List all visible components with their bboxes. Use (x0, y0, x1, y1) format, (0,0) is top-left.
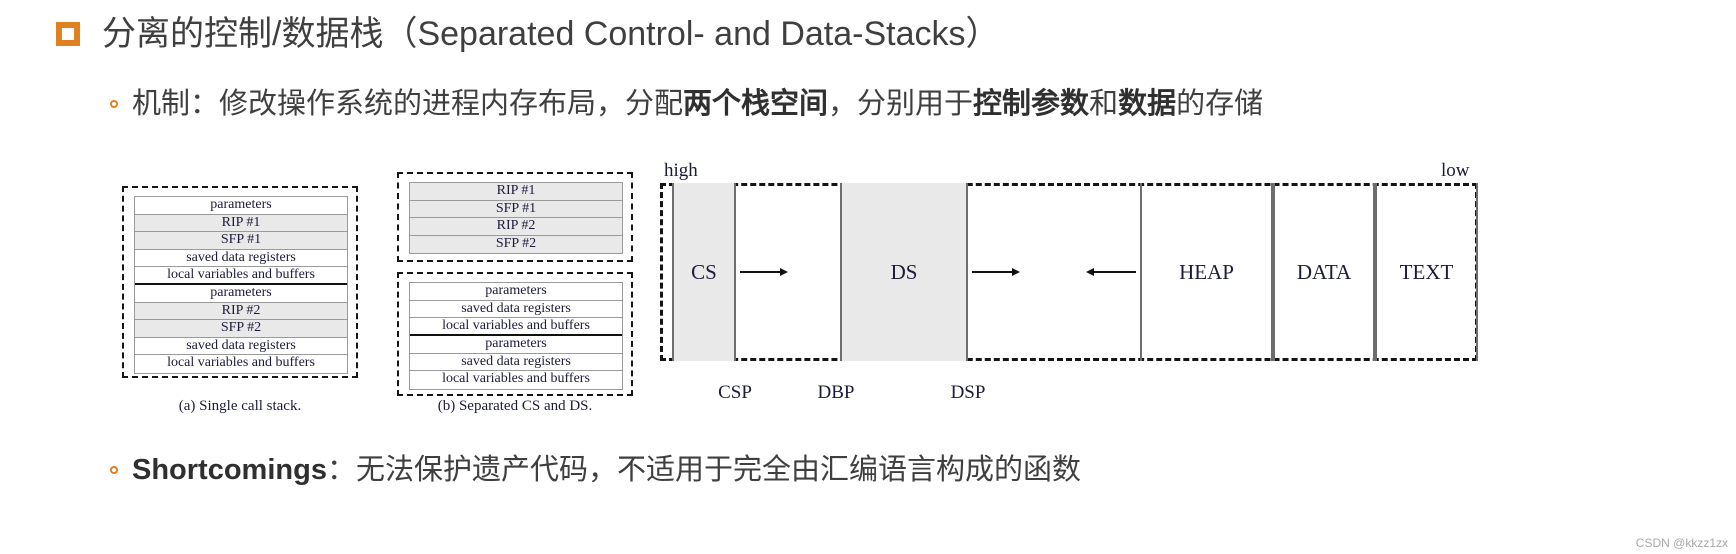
data-stack-frame: parameters saved data registers local vari… (397, 272, 633, 396)
control-stack-frame: RIP #1 SFP #1 RIP #2 SFP #2 (397, 172, 633, 262)
pointer-label-csp: CSP (718, 382, 752, 403)
shortcomings-separator: ： (326, 454, 356, 486)
single-call-stack-rows: parameters RIP #1 SFP #1 saved data registe… (135, 197, 347, 373)
memory-segment-text: TEXT (1375, 183, 1478, 361)
mechanism-bullet-row: 机制：修改操作系统的进程内存布局，分配两个栈空间，分别用于控制参数和数据的存储 (110, 86, 1263, 122)
shortcomings-label: Shortcomings (132, 454, 327, 486)
stack-row: parameters (410, 283, 622, 301)
stack-row: local variables and buffers (135, 355, 347, 373)
mechanism-middle: ，分别用于 (828, 88, 974, 120)
csp-arrow-icon (729, 362, 741, 382)
memory-segment-cs: CS (672, 183, 736, 361)
stack-row: saved data registers (410, 300, 622, 319)
data-stack-box: parameters saved data registers local vari… (409, 282, 623, 390)
stack-row: saved data registers (410, 353, 622, 372)
stack-row: SFP #1 (135, 232, 347, 250)
mechanism-suffix: 的存储 (1176, 88, 1264, 120)
mechanism-prefix: 机制：修改操作系统的进程内存布局，分配 (132, 88, 684, 120)
memory-high-label: high (664, 160, 698, 181)
page-title: 分离的控制/数据栈（Separated Control- and Data-St… (102, 15, 1000, 53)
stack-row: SFP #2 (410, 235, 622, 253)
memory-segment-text-label: TEXT (1399, 259, 1454, 284)
circle-bullet-icon (110, 466, 118, 474)
ds-growth-arrow-icon (972, 266, 1020, 278)
dbp-arrow-icon (830, 362, 842, 382)
mechanism-middle-2: 和 (1089, 88, 1119, 120)
mechanism-text: 机制：修改操作系统的进程内存布局，分配两个栈空间，分别用于控制参数和数据的存储 (132, 86, 1263, 122)
memory-segment-cs-label: CS (691, 259, 717, 284)
mechanism-bold-3: 数据 (1118, 88, 1177, 120)
memory-segment-data-label: DATA (1296, 259, 1352, 284)
stack-row: RIP #1 (410, 183, 622, 201)
shortcomings-body: 无法保护遗产代码，不适用于完全由汇编语言构成的函数 (355, 454, 1081, 486)
stack-row: RIP #1 (135, 214, 347, 233)
memory-segment-ds: DS (840, 183, 968, 361)
stack-row: local variables and buffers (410, 318, 622, 336)
slide-title-row: 分离的控制/数据栈（Separated Control- and Data-St… (56, 14, 1000, 54)
mechanism-bold-2: 控制参数 (973, 88, 1090, 120)
stack-row: local variables and buffers (410, 371, 622, 389)
memory-low-label: low (1441, 160, 1470, 181)
pointer-label-dsp: DSP (950, 382, 986, 403)
cs-growth-arrow-icon (740, 266, 788, 278)
figures-area: parameters RIP #1 SFP #1 saved data registe… (0, 150, 1736, 450)
control-stack-rows: RIP #1 SFP #1 RIP #2 SFP #2 (410, 183, 622, 253)
stack-row: parameters (410, 335, 622, 354)
watermark: CSDN @kkzz1zx (1635, 536, 1728, 550)
mechanism-bold-1: 两个栈空间 (683, 88, 829, 120)
single-call-stack-box: parameters RIP #1 SFP #1 saved data registe… (134, 196, 348, 374)
dsp-arrow-icon (962, 362, 974, 382)
stack-row: local variables and buffers (135, 267, 347, 285)
shortcomings-text: Shortcomings：无法保护遗产代码，不适用于完全由汇编语言构成的函数 (132, 452, 1081, 488)
stack-row: parameters (135, 197, 347, 215)
stack-row: saved data registers (135, 337, 347, 356)
pointer-label-dbp: DBP (817, 382, 855, 403)
single-call-stack-caption: (a) Single call stack. (178, 398, 302, 414)
memory-segment-ds-label: DS (890, 259, 918, 284)
stack-row: parameters (135, 284, 347, 303)
stack-row: SFP #2 (135, 320, 347, 338)
stack-row: RIP #2 (135, 302, 347, 321)
heap-growth-arrow-icon (1086, 266, 1136, 278)
memory-segment-heap: HEAP (1140, 183, 1273, 361)
square-bullet-icon (56, 22, 80, 46)
memory-segment-data: DATA (1273, 183, 1375, 361)
stack-row: RIP #2 (410, 218, 622, 236)
stack-row: saved data registers (135, 249, 347, 268)
control-stack-box: RIP #1 SFP #1 RIP #2 SFP #2 (409, 182, 623, 254)
separated-stacks-caption: (b) Separated CS and DS. (437, 398, 593, 414)
single-call-stack-frame: parameters RIP #1 SFP #1 saved data registe… (122, 186, 358, 378)
shortcomings-bullet-row: Shortcomings：无法保护遗产代码，不适用于完全由汇编语言构成的函数 (110, 452, 1081, 488)
stack-row: SFP #1 (410, 200, 622, 218)
memory-segment-heap-label: HEAP (1179, 259, 1234, 284)
circle-bullet-icon (110, 100, 118, 108)
data-stack-rows: parameters saved data registers local vari… (410, 283, 622, 389)
